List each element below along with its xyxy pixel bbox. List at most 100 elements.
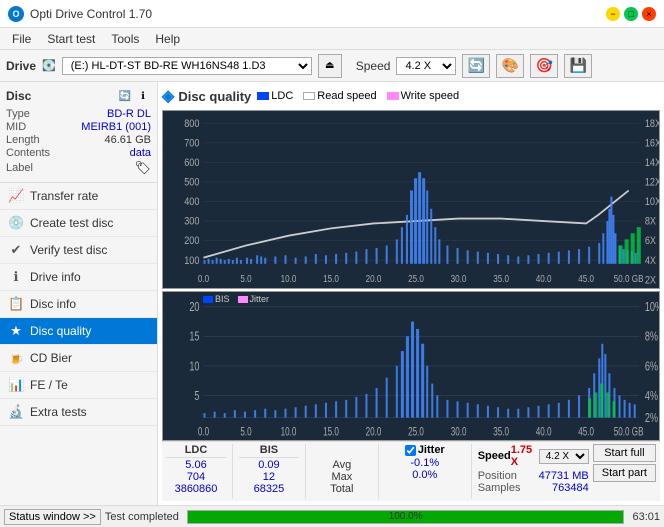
svg-text:800: 800 [184,118,200,130]
drive-select[interactable]: (E:) HL-DT-ST BD-RE WH16NS48 1.D3 [62,57,312,75]
disc-quality-header: ◈ Disc quality LDC Read speed Write spee… [162,86,660,106]
svg-text:2X: 2X [645,275,656,287]
jitter-label: Jitter [418,444,445,456]
drive-info-icon: ℹ [8,269,24,285]
svg-text:10X: 10X [645,196,659,208]
stats-bar: LDC 5.06 704 3860860 BIS 0.09 12 68325 -… [162,441,660,501]
svg-text:45.0: 45.0 [578,426,594,439]
speed-header: Speed [478,450,511,462]
legend-read-speed: Read speed [303,90,376,102]
sidebar-item-transfer-rate[interactable]: 📈 Transfer rate [0,183,157,210]
sidebar: Disc 🔄 ℹ Type BD-R DL MID MEIRB1 (001) L… [0,82,158,505]
svg-text:15: 15 [189,331,199,345]
jitter-legend: Jitter [238,294,270,304]
disc-info-icon[interactable]: ℹ [135,88,151,104]
start-buttons: Start full Start part [593,444,656,482]
bis-legend-label: BIS [215,294,230,304]
svg-text:2%: 2% [645,412,658,426]
verify-test-disc-icon: ✔ [8,242,24,258]
titlebar-controls[interactable]: − □ × [606,7,656,21]
position-value: 47731 MB [539,470,589,482]
svg-text:25.0: 25.0 [408,426,424,439]
sidebar-item-create-test-disc[interactable]: 💿 Create test disc [0,210,157,237]
svg-text:4X: 4X [645,255,656,267]
disc-type-value: BD-R DL [107,108,151,120]
sidebar-item-extra-tests[interactable]: 🔬 Extra tests [0,399,157,426]
action-btn-2[interactable]: 🎨 [496,54,524,78]
minimize-button[interactable]: − [606,7,620,21]
transfer-rate-icon: 📈 [8,188,24,204]
row-labels: - Avg Max Total [312,444,372,495]
svg-text:0.0: 0.0 [198,426,210,439]
disc-info-icon: 📋 [8,296,24,312]
speed-select-stats[interactable]: 4.2 X [539,449,589,464]
progress-text: 100.0% [188,511,624,523]
titlebar-left: O Opti Drive Control 1.70 [8,6,152,22]
main-content: Disc 🔄 ℹ Type BD-R DL MID MEIRB1 (001) L… [0,82,664,505]
disc-label-label: Label [6,162,33,174]
sidebar-item-label: Transfer rate [30,189,98,203]
content-area: ◈ Disc quality LDC Read speed Write spee… [158,82,664,505]
start-full-button[interactable]: Start full [593,444,656,462]
svg-text:50.0 GB: 50.0 GB [614,273,644,284]
svg-text:30.0: 30.0 [451,426,467,439]
disc-label-icon[interactable]: 🏷 [134,160,151,176]
disc-refresh-icon[interactable]: 🔄 [117,88,133,104]
bis-stats: BIS 0.09 12 68325 [239,444,299,495]
sidebar-item-label: Create test disc [30,216,113,230]
jitter-checkbox-row: Jitter [405,444,445,456]
drivebar: Drive 💽 (E:) HL-DT-ST BD-RE WH16NS48 1.D… [0,50,664,82]
disc-header: Disc 🔄 ℹ [6,88,151,104]
divider-2 [305,444,306,499]
sidebar-item-label: FE / Te [30,378,68,392]
menu-start-test[interactable]: Start test [39,30,103,48]
speed-select-drive[interactable]: 4.2 X [396,57,456,75]
read-speed-color [303,92,315,100]
sidebar-item-label: Disc info [30,297,76,311]
progress-bar-container: 100.0% [187,510,625,524]
sidebar-item-cd-bier[interactable]: 🍺 CD Bier [0,345,157,372]
svg-text:5.0: 5.0 [240,426,252,439]
status-window-button[interactable]: Status window >> [4,509,101,525]
eject-button[interactable]: ⏏ [318,54,342,78]
action-btn-3[interactable]: 🎯 [530,54,558,78]
svg-text:400: 400 [184,196,200,208]
save-button[interactable]: 💾 [564,54,592,78]
menu-tools[interactable]: Tools [103,30,147,48]
disc-title: Disc [6,89,31,103]
svg-text:10.0: 10.0 [281,426,297,439]
jitter-checkbox[interactable] [405,445,416,456]
disc-contents-value: data [130,147,151,159]
bis-legend: BIS [203,294,230,304]
svg-text:16X: 16X [645,138,659,150]
menu-file[interactable]: File [4,30,39,48]
svg-text:30.0: 30.0 [451,273,467,284]
close-button[interactable]: × [642,7,656,21]
maximize-button[interactable]: □ [624,7,638,21]
sidebar-item-fe-te[interactable]: 📊 FE / Te [0,372,157,399]
sidebar-item-verify-test-disc[interactable]: ✔ Verify test disc [0,237,157,264]
svg-text:18X: 18X [645,118,659,130]
sidebar-item-label: Drive info [30,270,81,284]
menu-help[interactable]: Help [147,30,188,48]
bis-header: BIS [239,444,299,458]
sidebar-item-drive-info[interactable]: ℹ Drive info [0,264,157,291]
disc-length-label: Length [6,134,40,146]
sidebar-item-disc-quality[interactable]: ★ Disc quality [0,318,157,345]
svg-text:35.0: 35.0 [493,426,509,439]
start-part-button[interactable]: Start part [593,464,656,482]
status-text: Test completed [105,511,179,523]
statusbar: Status window >> Test completed 100.0% 6… [0,505,664,527]
svg-text:14X: 14X [645,157,659,169]
sidebar-item-disc-info[interactable]: 📋 Disc info [0,291,157,318]
svg-text:40.0: 40.0 [536,426,552,439]
samples-row: Samples 763484 [478,482,589,494]
speed-label: Speed [356,59,391,73]
disc-length-row: Length 46.61 GB [6,134,151,146]
disc-type-label: Type [6,108,30,120]
speed-value: 1.75 X [511,444,539,468]
disc-mid-row: MID MEIRB1 (001) [6,121,151,133]
legend-write-speed: Write speed [387,90,460,102]
svg-text:500: 500 [184,177,200,189]
action-btn-1[interactable]: 🔄 [462,54,490,78]
